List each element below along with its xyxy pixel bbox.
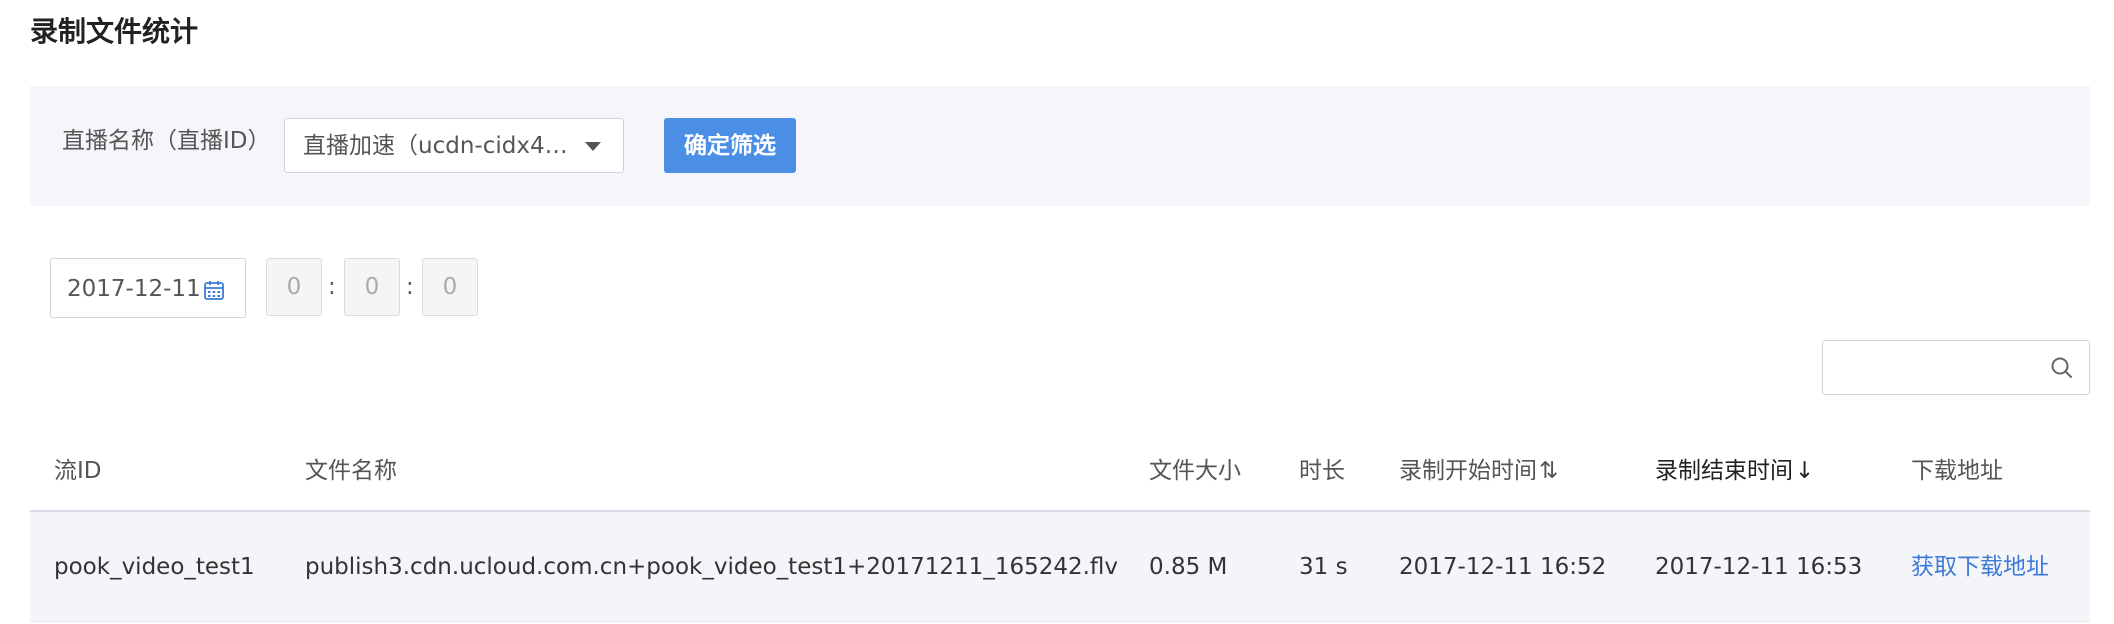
- header-end-time-label: 录制结束时间: [1655, 458, 1793, 484]
- filter-panel: 直播名称（直播ID） 直播加速（ucdn-cidx4… 确定筛选: [30, 86, 2090, 206]
- sort-descending-icon[interactable]: ↓: [1795, 458, 1814, 484]
- cell-start-time: 2017-12-11 16:52: [1399, 554, 1607, 580]
- cell-file-size: 0.85 M: [1149, 554, 1228, 580]
- sort-both-icon[interactable]: ⇅: [1539, 458, 1558, 484]
- second-input[interactable]: 0: [422, 258, 478, 316]
- cell-end-time: 2017-12-11 16:53: [1655, 554, 1863, 580]
- chevron-down-icon: [585, 142, 601, 151]
- header-file-size: 文件大小: [1149, 458, 1241, 484]
- confirm-filter-button[interactable]: 确定筛选: [664, 118, 796, 173]
- cell-file-name: publish3.cdn.ucloud.com.cn+pook_video_te…: [305, 554, 1119, 580]
- time-separator: :: [406, 274, 414, 300]
- time-separator: :: [328, 274, 336, 300]
- cell-duration: 31 s: [1299, 554, 1348, 580]
- calendar-icon[interactable]: [203, 279, 225, 301]
- table-row: pook_video_test1 publish3.cdn.ucloud.com…: [30, 512, 2090, 622]
- date-picker-input[interactable]: 2017-12-11: [50, 258, 246, 318]
- header-start-time-label: 录制开始时间: [1399, 458, 1537, 484]
- header-download: 下载地址: [1911, 458, 2003, 484]
- stream-select-value: 直播加速（ucdn-cidx4…: [303, 133, 568, 159]
- header-stream-id: 流ID: [54, 458, 102, 484]
- date-value: 2017-12-11: [67, 276, 201, 302]
- cell-stream-id: pook_video_test1: [54, 554, 255, 580]
- page-title: 录制文件统计: [30, 15, 199, 48]
- get-download-link[interactable]: 获取下载地址: [1911, 552, 2049, 582]
- search-input[interactable]: [1822, 340, 2090, 395]
- search-icon[interactable]: [2049, 355, 2075, 381]
- stream-name-label: 直播名称（直播ID）: [62, 128, 271, 154]
- table-header: 流ID 文件名称 文件大小 时长 录制开始时间⇅ 录制结束时间↓ 下载地址: [30, 430, 2090, 512]
- stream-select-dropdown[interactable]: 直播加速（ucdn-cidx4…: [284, 118, 624, 173]
- header-start-time[interactable]: 录制开始时间⇅: [1399, 456, 1558, 486]
- header-duration: 时长: [1299, 458, 1345, 484]
- header-end-time[interactable]: 录制结束时间↓: [1655, 456, 1814, 486]
- recording-files-table: 流ID 文件名称 文件大小 时长 录制开始时间⇅ 录制结束时间↓ 下载地址 po…: [30, 430, 2090, 622]
- hour-input[interactable]: 0: [266, 258, 322, 316]
- minute-input[interactable]: 0: [344, 258, 400, 316]
- header-file-name: 文件名称: [305, 458, 397, 484]
